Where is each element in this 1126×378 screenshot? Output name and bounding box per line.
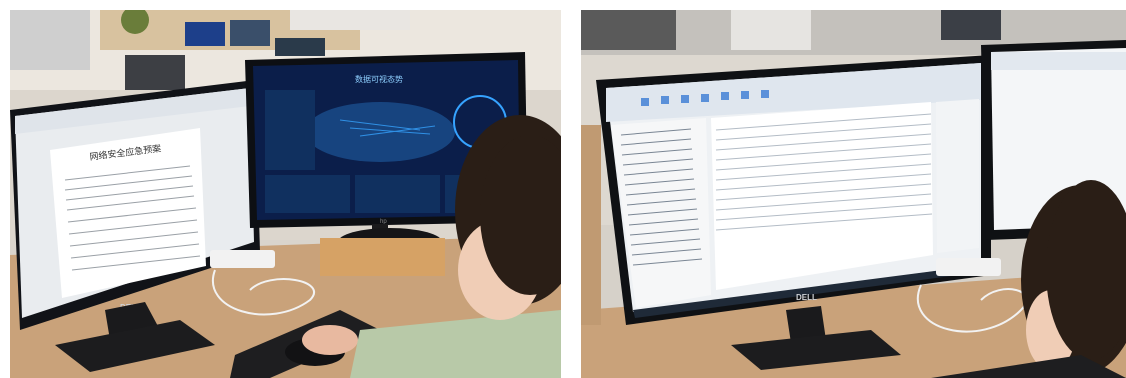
- wooden-monitor-riser: [320, 238, 445, 276]
- office-scene-left: 网络安全应急预案 DELL 数据可视态势 hp: [10, 10, 561, 378]
- dashboard-title: 数据可视态势: [355, 74, 403, 84]
- power-strip: [210, 250, 275, 268]
- desk-side-panel: [581, 125, 601, 325]
- dashboard-bottom-panel-2: [355, 175, 440, 213]
- office-photo-right: DELL: [581, 10, 1126, 378]
- background-monitor: [941, 10, 1001, 40]
- office-scene-right: DELL: [581, 10, 1126, 378]
- dashboard-bottom-panel-1: [265, 175, 350, 213]
- dashboard-left-panel: [265, 90, 315, 170]
- window-blind: [10, 10, 90, 70]
- background-monitor-1: [185, 22, 225, 46]
- office-photo-left: 网络安全应急预案 DELL 数据可视态势 hp: [10, 10, 561, 378]
- second-monitor-toolbar: [991, 52, 1126, 70]
- hand: [302, 325, 358, 355]
- power-strip: [936, 258, 1001, 276]
- background-monitor-2: [230, 20, 270, 46]
- background-shelf: [731, 10, 811, 50]
- world-map-graphic: [305, 102, 455, 162]
- background-monitor-3: [275, 38, 325, 56]
- main-monitor-brand-logo: DELL: [796, 293, 817, 302]
- background-fabric-panel: [581, 10, 676, 50]
- right-properties-panel: [936, 99, 979, 253]
- background-screen: [125, 55, 185, 90]
- wall-decoration: [290, 10, 410, 30]
